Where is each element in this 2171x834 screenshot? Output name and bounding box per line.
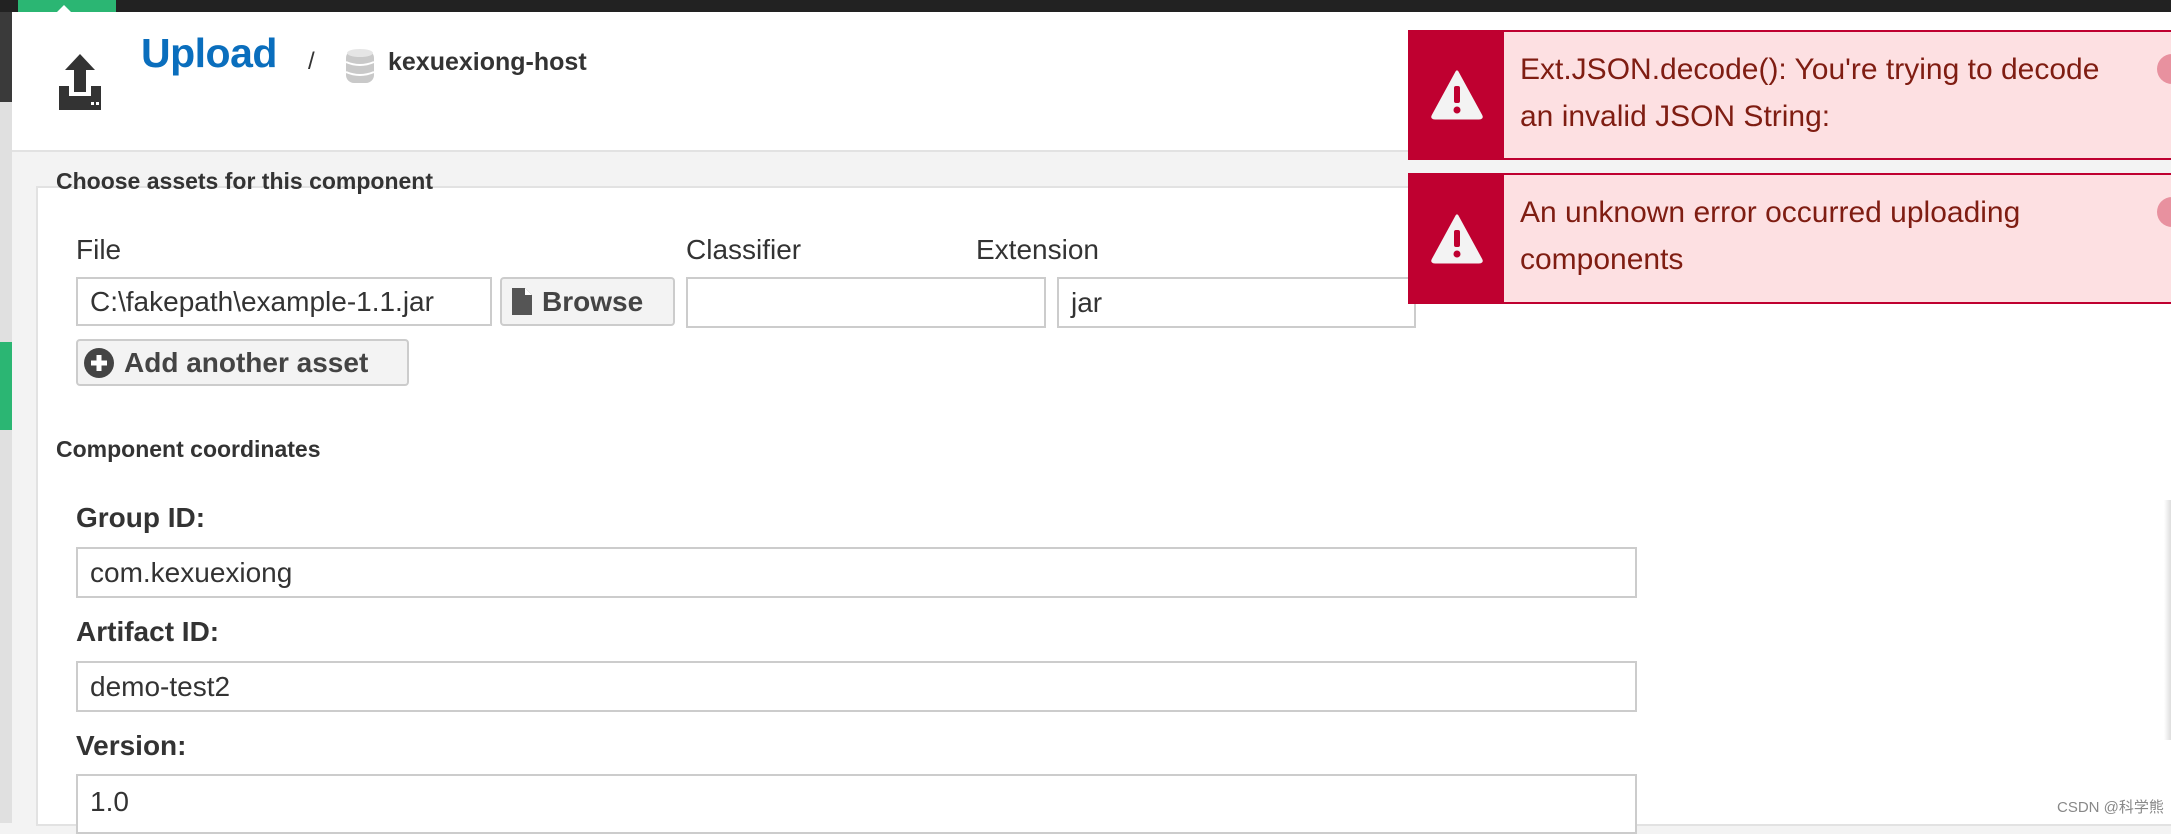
file-icon (512, 288, 532, 315)
breadcrumb-separator: / (308, 48, 315, 75)
coordinates-section-title: Component coordinates (56, 436, 321, 462)
version-label: Version: (76, 730, 187, 761)
browse-label: Browse (542, 285, 644, 317)
version-input[interactable]: 1.0 (76, 774, 1637, 834)
close-icon[interactable] (2157, 197, 2171, 227)
browse-button[interactable]: Browse (500, 277, 675, 326)
sidebar-active-item[interactable] (0, 342, 12, 430)
error-alert: An unknown error occurred uploading comp… (1408, 173, 2171, 304)
database-icon (345, 49, 375, 83)
page-title: Upload (141, 30, 277, 76)
error-alert: Ext.JSON.decode(): You're trying to deco… (1408, 30, 2171, 160)
alert-message: An unknown error occurred uploading comp… (1520, 196, 2021, 276)
panel-edge-shadow (2164, 500, 2171, 740)
classifier-label: Classifier (686, 234, 802, 265)
alert-icon-strip (1410, 175, 1504, 302)
close-icon[interactable] (2157, 54, 2171, 84)
extension-label: Extension (976, 234, 1099, 265)
add-another-asset-button[interactable]: Add another asset (76, 339, 409, 386)
artifact-id-label: Artifact ID: (76, 616, 220, 647)
top-nav-bar (0, 0, 2171, 12)
alert-message: Ext.JSON.decode(): You're trying to deco… (1520, 53, 2100, 133)
watermark: CSDN @科学熊 (2057, 799, 2164, 816)
active-nav-tab[interactable] (18, 0, 116, 12)
file-input[interactable]: C:\fakepath\example-1.1.jar (76, 277, 492, 326)
assets-section-title: Choose assets for this component (56, 168, 434, 194)
plus-circle-icon (84, 347, 114, 378)
alert-icon-strip (1410, 32, 1504, 158)
extension-input[interactable]: jar (1057, 277, 1416, 328)
add-asset-label: Add another asset (124, 346, 369, 378)
file-label: File (76, 234, 122, 265)
warning-icon (1431, 214, 1483, 263)
warning-icon (1431, 70, 1483, 120)
upload-icon (59, 54, 101, 110)
group-id-label: Group ID: (76, 502, 206, 533)
group-id-input[interactable]: com.kexuexiong (76, 547, 1637, 598)
sidebar-dark-segment (0, 12, 12, 102)
repository-name[interactable]: kexuexiong-host (388, 48, 587, 77)
classifier-input[interactable] (686, 277, 1046, 328)
artifact-id-input[interactable]: demo-test2 (76, 661, 1637, 712)
